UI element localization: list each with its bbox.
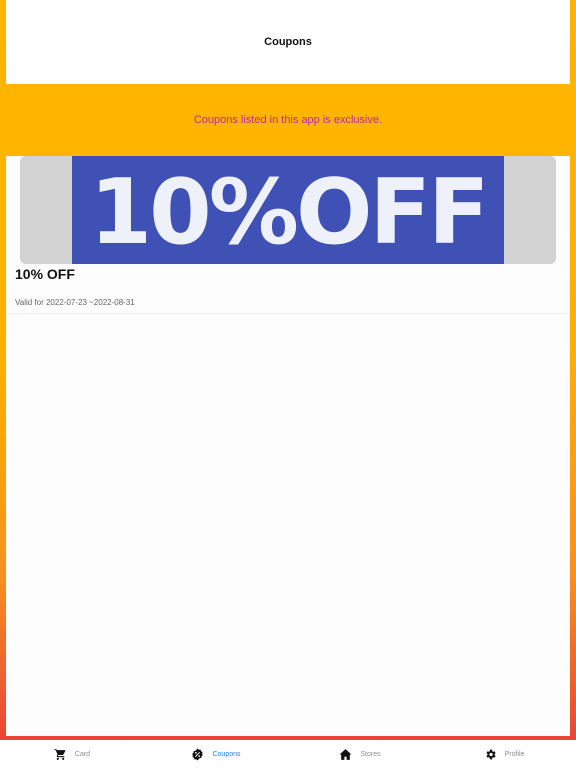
tab-profile-label: Profile — [504, 750, 525, 758]
cart-icon — [54, 748, 67, 761]
tab-card[interactable]: Card — [0, 740, 144, 768]
tab-coupons-label: Coupons — [212, 750, 241, 758]
tab-card-label: Card — [74, 750, 91, 758]
coupon-banner-image[interactable]: 10%OFF — [20, 156, 556, 264]
tab-coupons[interactable]: Coupons — [144, 740, 288, 768]
tab-profile[interactable]: Profile — [432, 740, 576, 768]
coupon-banner-artwork: 10%OFF — [72, 156, 504, 264]
exclusive-notice-text: Coupons listed in this app is exclusive. — [193, 114, 383, 126]
tab-stores[interactable]: Stores — [288, 740, 432, 768]
coupon-title[interactable]: 10% OFF — [15, 266, 75, 282]
coupon-validity: Valid for 2022-07-23 ~2022-08-31 — [15, 298, 135, 307]
home-icon — [339, 748, 352, 761]
coupon-card[interactable]: 10%OFF 10% OFF Valid for 2022-07-23 ~202… — [6, 156, 570, 314]
exclusive-notice-banner: Coupons listed in this app is exclusive. — [0, 84, 576, 156]
gear-icon — [484, 748, 497, 761]
coupon-list: 10%OFF 10% OFF Valid for 2022-07-23 ~202… — [6, 156, 570, 736]
coupon-badge-icon — [191, 748, 204, 761]
app-header: Coupons — [6, 0, 570, 84]
bottom-tab-bar: Card Coupons Stores Profile — [0, 740, 576, 768]
tab-stores-label: Stores — [360, 750, 381, 758]
coupon-banner-text: 10%OFF — [89, 160, 490, 264]
page-title: Coupons — [264, 36, 312, 48]
